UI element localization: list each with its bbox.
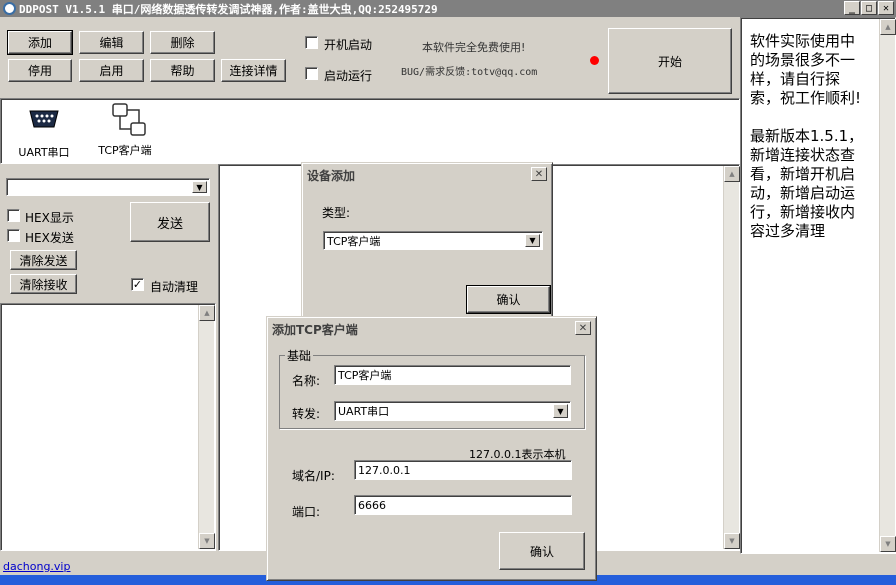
port-input[interactable]: 6666 bbox=[354, 495, 572, 515]
forward-label: 转发: bbox=[292, 407, 321, 421]
device-tcp-label: TCP客户端 bbox=[98, 144, 152, 157]
scroll-up-icon[interactable]: ▲ bbox=[880, 19, 896, 35]
add-button[interactable]: 添加 bbox=[7, 30, 73, 55]
chevron-down-icon[interactable]: ▼ bbox=[525, 234, 540, 247]
clear-send-button[interactable]: 清除发送 bbox=[10, 250, 77, 270]
receive-scrollbar[interactable]: ▲ ▼ bbox=[198, 305, 215, 549]
scroll-down-icon[interactable]: ▼ bbox=[724, 533, 740, 549]
auto-clear-checkbox[interactable]: ✓ bbox=[131, 278, 144, 291]
maximize-button[interactable]: □ bbox=[861, 1, 877, 15]
notes-text: 软件实际使用中的场景很多不一样，请自行探索，祝工作顺利! 最新版本1.5.1，新… bbox=[750, 32, 864, 241]
add-tcp-confirm-button[interactable]: 确认 bbox=[499, 532, 585, 570]
port-select[interactable]: ▼ bbox=[6, 178, 210, 196]
scroll-up-icon[interactable]: ▲ bbox=[724, 166, 740, 182]
network-topology-icon bbox=[112, 103, 146, 136]
notes-paragraph-1: 软件实际使用中的场景很多不一样，请自行探索，祝工作顺利! bbox=[750, 32, 862, 107]
disable-button[interactable]: 停用 bbox=[8, 59, 72, 82]
type-select-value: TCP客户端 bbox=[327, 234, 381, 248]
chevron-down-icon[interactable]: ▼ bbox=[192, 181, 207, 193]
title-bar: DDPOST V1.5.1 串口/网络数据透传转发调试神器,作者:盖世大虫,QQ… bbox=[0, 0, 896, 17]
enable-button[interactable]: 启用 bbox=[79, 59, 144, 82]
delete-button[interactable]: 删除 bbox=[150, 31, 215, 54]
scroll-down-icon[interactable]: ▼ bbox=[880, 536, 896, 552]
window-title: DDPOST V1.5.1 串口/网络数据透传转发调试神器,作者:盖世大虫,QQ… bbox=[19, 2, 438, 16]
start-button[interactable]: 开始 bbox=[608, 28, 732, 94]
footer-link[interactable]: dachong.vip bbox=[3, 560, 70, 573]
basic-group-label: 基础 bbox=[285, 347, 314, 364]
host-label: 域名/IP: bbox=[292, 469, 335, 483]
chevron-down-icon[interactable]: ▼ bbox=[553, 404, 568, 418]
hex-display-label: HEX显示 bbox=[25, 211, 74, 225]
add-device-dialog-title: 设备添加 ✕ bbox=[305, 166, 549, 184]
send-button[interactable]: 发送 bbox=[130, 202, 210, 242]
hex-send-checkbox[interactable] bbox=[7, 229, 20, 242]
device-uart-label: UART串口 bbox=[18, 146, 70, 159]
notes-scrollbar[interactable]: ▲ ▼ bbox=[879, 19, 896, 552]
add-device-confirm-button[interactable]: 确认 bbox=[466, 285, 551, 314]
auto-clear-label: 自动清理 bbox=[150, 280, 199, 294]
port-label: 端口: bbox=[292, 505, 321, 519]
hex-send-label: HEX发送 bbox=[25, 231, 74, 245]
clear-receive-button[interactable]: 清除接收 bbox=[10, 274, 77, 294]
scroll-up-icon[interactable]: ▲ bbox=[199, 305, 215, 321]
name-input[interactable]: TCP客户端 bbox=[334, 365, 571, 385]
add-tcp-client-dialog: 添加TCP客户端 ✕ 基础 名称: TCP客户端 转发: UART串口 ▼ 12… bbox=[266, 316, 597, 581]
autostart-run-label: 启动运行 bbox=[324, 69, 373, 83]
host-input[interactable]: 127.0.0.1 bbox=[354, 460, 572, 480]
name-label: 名称: bbox=[292, 374, 321, 388]
notes-paragraph-2: 最新版本1.5.1，新增连接状态查看，新增开机启动，新增启动运行，新增接收内容过… bbox=[750, 127, 864, 240]
log-scrollbar[interactable]: ▲ ▼ bbox=[723, 166, 740, 549]
scroll-down-icon[interactable]: ▼ bbox=[199, 533, 215, 549]
forward-select[interactable]: UART串口 ▼ bbox=[334, 401, 571, 421]
status-led bbox=[590, 56, 599, 65]
minimize-button[interactable]: _ bbox=[844, 1, 860, 15]
connection-details-button[interactable]: 连接详情 bbox=[221, 59, 286, 82]
close-icon[interactable]: ✕ bbox=[575, 321, 591, 335]
add-device-dialog: 设备添加 ✕ 类型: TCP客户端 ▼ 确认 bbox=[301, 162, 553, 322]
close-button[interactable]: ✕ bbox=[878, 1, 894, 15]
autostart-boot-label: 开机启动 bbox=[324, 38, 373, 52]
autostart-boot-checkbox[interactable] bbox=[305, 36, 318, 49]
app-icon bbox=[3, 2, 16, 15]
type-label: 类型: bbox=[322, 206, 351, 220]
edit-button[interactable]: 编辑 bbox=[79, 31, 144, 54]
free-notice: 本软件完全免费使用! bbox=[422, 41, 526, 54]
feedback-text: BUG/需求反馈:totv@qq.com bbox=[401, 67, 538, 78]
autostart-run-checkbox[interactable] bbox=[305, 67, 318, 80]
hex-display-checkbox[interactable] bbox=[7, 209, 20, 222]
type-select[interactable]: TCP客户端 ▼ bbox=[323, 231, 543, 250]
help-button[interactable]: 帮助 bbox=[150, 59, 215, 82]
add-tcp-client-dialog-title: 添加TCP客户端 ✕ bbox=[270, 320, 593, 338]
device-uart[interactable]: UART串口 bbox=[14, 107, 74, 160]
receive-area[interactable] bbox=[0, 303, 216, 551]
device-tcp[interactable]: TCP客户端 bbox=[94, 103, 156, 158]
serial-port-icon bbox=[29, 110, 59, 128]
close-icon[interactable]: ✕ bbox=[531, 167, 547, 181]
